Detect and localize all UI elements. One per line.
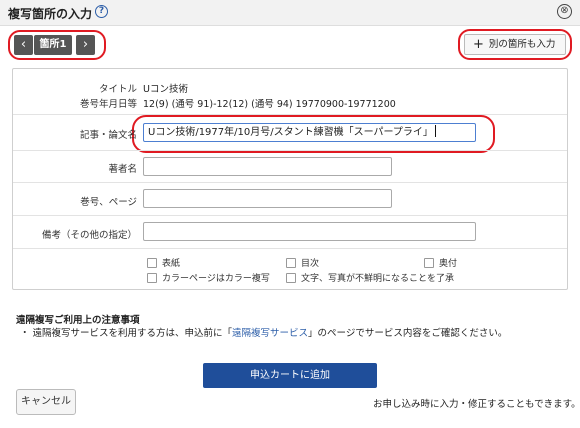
- author-label: 著者名: [108, 164, 137, 175]
- cancel-button[interactable]: キャンセル: [16, 389, 76, 415]
- checkbox-box[interactable]: [286, 272, 296, 283]
- notes-suffix: 」のページでサービス内容をご確認ください。: [308, 328, 508, 339]
- checkbox-box[interactable]: [286, 257, 296, 268]
- pages-label: 巻号、ページ: [80, 197, 137, 208]
- remarks-input[interactable]: [143, 222, 476, 241]
- location-label: 箇所1: [34, 35, 72, 55]
- article-title-value: Uコン技術/1977年/10月号/スタント練習機「スーパープライ」: [148, 127, 433, 138]
- title-value: Uコン技術: [143, 84, 188, 95]
- pages-input[interactable]: [143, 189, 392, 208]
- text-caret: [434, 125, 436, 137]
- close-icon[interactable]: ⊗: [557, 4, 572, 19]
- dialog-titlebar: 複写箇所の入力 ? ⊗: [0, 0, 580, 26]
- add-to-cart-button[interactable]: 申込カートに追加: [203, 363, 377, 388]
- checkbox-label: 目次: [301, 259, 320, 269]
- author-input[interactable]: [143, 157, 392, 176]
- checkbox-toc[interactable]: 目次: [286, 256, 319, 269]
- divider: [13, 248, 567, 249]
- article-title-input[interactable]: Uコン技術/1977年/10月号/スタント練習機「スーパープライ」: [143, 123, 476, 142]
- dialog-title: 複写箇所の入力: [8, 7, 93, 21]
- remote-copy-service-link[interactable]: 遠隔複写サービス: [232, 328, 308, 339]
- plus-icon: +: [473, 37, 484, 52]
- notes-prefix: ・ 遠隔複写サービスを利用する方は、申込前に「: [20, 328, 233, 339]
- notes-text: ・ 遠隔複写サービスを利用する方は、申込前に「遠隔複写サービス」のページでサービ…: [20, 325, 507, 339]
- next-location-button[interactable]: ›: [76, 35, 95, 55]
- checkbox-color-copy[interactable]: カラーページはカラー複写: [147, 271, 270, 284]
- checkbox-label: 奥付: [439, 259, 458, 269]
- volume-value: 12(9) (通号 91)-12(12) (通号 94) 19770900-19…: [143, 99, 396, 110]
- checkbox-colophon[interactable]: 奥付: [424, 256, 457, 269]
- help-icon[interactable]: ?: [95, 5, 108, 18]
- volume-label: 巻号年月日等: [79, 99, 137, 110]
- checkbox-label: 文字、写真が不鮮明になることを了承: [301, 274, 455, 284]
- checkbox-unclear-consent[interactable]: 文字、写真が不鮮明になることを了承: [286, 271, 454, 284]
- article-label: 記事・論文名: [79, 130, 137, 141]
- checkbox-box[interactable]: [147, 272, 157, 283]
- divider: [13, 150, 567, 151]
- checkbox-box[interactable]: [147, 257, 157, 268]
- prev-location-button[interactable]: ‹: [14, 35, 33, 55]
- checkbox-label: 表紙: [162, 259, 181, 269]
- checkbox-label: カラーページはカラー複写: [162, 274, 270, 284]
- notes-title: 遠隔複写ご利用上の注意事項: [16, 315, 140, 326]
- divider: [13, 215, 567, 216]
- add-location-button[interactable]: + 別の箇所も入力: [464, 34, 566, 55]
- edit-later-note: お申し込み時に入力・修正することもできます。: [373, 399, 580, 410]
- add-location-label: 別の箇所も入力: [488, 39, 556, 50]
- title-label: タイトル: [98, 84, 137, 95]
- checkbox-box[interactable]: [424, 257, 434, 268]
- checkbox-cover[interactable]: 表紙: [147, 256, 180, 269]
- divider: [13, 182, 567, 183]
- remarks-label: 備考（その他の指定）: [41, 230, 137, 241]
